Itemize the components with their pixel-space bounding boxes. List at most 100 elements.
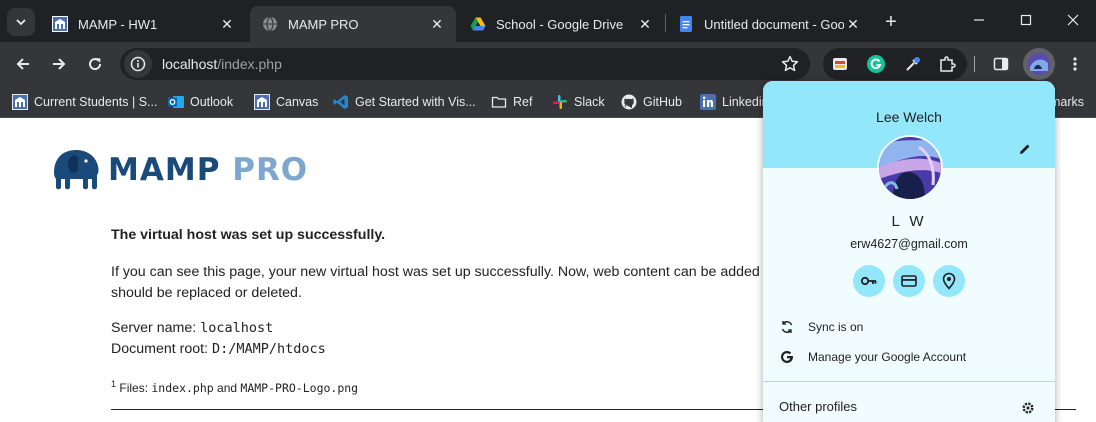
sync-label: Sync is on (808, 320, 864, 334)
sync-status-row[interactable]: Sync is on (779, 317, 863, 337)
tab-mamp-hw1[interactable]: MAMP - HW1 ✕ (40, 6, 246, 42)
back-button[interactable] (9, 50, 37, 78)
side-panel-icon (993, 57, 1009, 71)
profile-display-name: Lee Welch (876, 109, 942, 125)
bookmark-label: Linkedin (722, 95, 769, 109)
plus-icon: + (885, 10, 897, 33)
footnote-file-logo: MAMP-PRO-Logo.png (240, 381, 359, 395)
bookmark-label: marks (1050, 95, 1085, 109)
globe-favicon (262, 16, 278, 32)
page-body: The virtual host was set up successfully… (111, 225, 811, 413)
server-info: Server name: localhost Document root: D:… (111, 318, 811, 360)
footnote-label: Files: (119, 381, 149, 395)
profile-email: erw4627@gmail.com (850, 237, 968, 251)
folder-icon (491, 94, 507, 110)
maximize-button[interactable] (1003, 0, 1049, 40)
reload-icon (89, 58, 102, 71)
profile-button[interactable] (1023, 48, 1055, 80)
site-info-button[interactable] (124, 50, 152, 78)
bookmark-label: Current Students | S... (34, 95, 158, 109)
footnote: 1 Files: index.php and MAMP-PRO-Logo.png (111, 374, 811, 399)
bookmark-all-bookmarks[interactable]: marks (1050, 92, 1084, 112)
close-icon[interactable]: ✕ (844, 15, 862, 33)
sync-icon (779, 319, 795, 335)
logo-text-mamp: MAMP (108, 152, 221, 188)
address-bar[interactable]: localhost/index.php (120, 48, 810, 80)
tab-mamp-pro[interactable]: MAMP PRO ✕ (250, 6, 456, 42)
tab-untitled-document[interactable]: Untitled document - Goo ✕ (666, 6, 872, 42)
key-icon (860, 276, 877, 286)
tab-search-button[interactable] (7, 8, 35, 36)
eyedropper-icon[interactable] (903, 54, 923, 74)
doc-root-value: D:/MAMP/htdocs (211, 341, 326, 357)
minimize-icon (974, 19, 984, 21)
menu-divider (763, 381, 1055, 382)
bookmark-slack[interactable]: Slack (552, 92, 605, 112)
gear-icon (1022, 402, 1034, 414)
addresses-button[interactable] (933, 265, 965, 297)
close-icon[interactable]: ✕ (218, 15, 236, 33)
bookmark-label: Ref (513, 95, 533, 109)
github-icon (621, 94, 637, 110)
bookmark-label: Outlook (190, 95, 234, 109)
bookmark-star-icon[interactable] (780, 54, 800, 79)
extensions-puzzle-icon[interactable] (937, 54, 957, 74)
bookmark-canvas[interactable]: Canvas (254, 92, 318, 112)
close-icon[interactable]: ✕ (428, 15, 446, 33)
bookmark-label: Slack (574, 95, 605, 109)
footnote-and: and (217, 381, 238, 395)
forward-button[interactable] (45, 50, 73, 78)
intro-paragraph: If you can see this page, your new virtu… (111, 262, 811, 304)
footnote-file-index: index.php (151, 381, 214, 395)
pencil-icon (1020, 144, 1030, 154)
more-vert-icon (1073, 57, 1077, 71)
outlook-icon (168, 94, 184, 110)
bookmark-vscode[interactable]: Get Started with Vis... (333, 92, 476, 112)
chevron-down-icon (16, 19, 26, 26)
grammarly-icon[interactable] (866, 54, 886, 74)
linkedin-icon (700, 94, 716, 110)
extensions-group (823, 48, 967, 80)
passwords-button[interactable] (853, 265, 885, 297)
edit-profile-button[interactable] (1015, 139, 1035, 159)
bookmark-folder-ref[interactable]: Ref (491, 92, 532, 112)
tab-title: Untitled document - Goo (704, 16, 844, 32)
bookmark-linkedin[interactable]: Linkedin (700, 92, 769, 112)
vscode-icon (333, 94, 349, 110)
toolbar-divider (974, 56, 975, 72)
tab-google-drive[interactable]: School - Google Drive ✕ (458, 6, 664, 42)
server-name-value: localhost (200, 320, 274, 336)
bookmark-outlook[interactable]: Outlook (168, 92, 233, 112)
manage-google-account-row[interactable]: Manage your Google Account (779, 347, 966, 367)
mamp-favicon (52, 16, 68, 32)
google-drive-favicon (470, 16, 486, 32)
profile-initials: L W (891, 213, 927, 230)
logo-text: MAMP PRO (108, 152, 308, 188)
menu-button[interactable] (1061, 50, 1089, 78)
university-icon (12, 94, 28, 110)
bookmark-current-students[interactable]: Current Students | S... (12, 92, 157, 112)
manage-account-label: Manage your Google Account (808, 350, 967, 364)
server-name-label: Server name: (111, 320, 197, 336)
profile-menu: Lee Welch L W erw4627@gmail.com Sync is … (763, 81, 1055, 422)
minimize-button[interactable] (956, 0, 1002, 40)
extension-icon[interactable] (830, 54, 850, 74)
url-host: localhost (162, 56, 218, 72)
url-text[interactable]: localhost/index.php (162, 56, 282, 72)
doc-root-label: Document root: (111, 341, 208, 357)
new-tab-button[interactable]: + (879, 10, 903, 34)
payment-methods-button[interactable] (893, 265, 925, 297)
reload-button[interactable] (81, 50, 109, 78)
tab-title: MAMP PRO (288, 16, 359, 32)
manage-profiles-button[interactable] (1019, 399, 1037, 417)
window-close-button[interactable] (1050, 0, 1096, 40)
side-panel-button[interactable] (987, 50, 1015, 78)
avatar (1028, 53, 1050, 75)
close-icon[interactable]: ✕ (636, 15, 654, 33)
google-g-icon (779, 349, 795, 365)
slack-icon (552, 94, 568, 110)
bookmark-label: Get Started with Vis... (355, 95, 476, 109)
tab-title: School - Google Drive (496, 16, 624, 32)
bookmark-github[interactable]: GitHub (621, 92, 682, 112)
mamp-pro-logo: MAMP PRO (52, 149, 308, 191)
